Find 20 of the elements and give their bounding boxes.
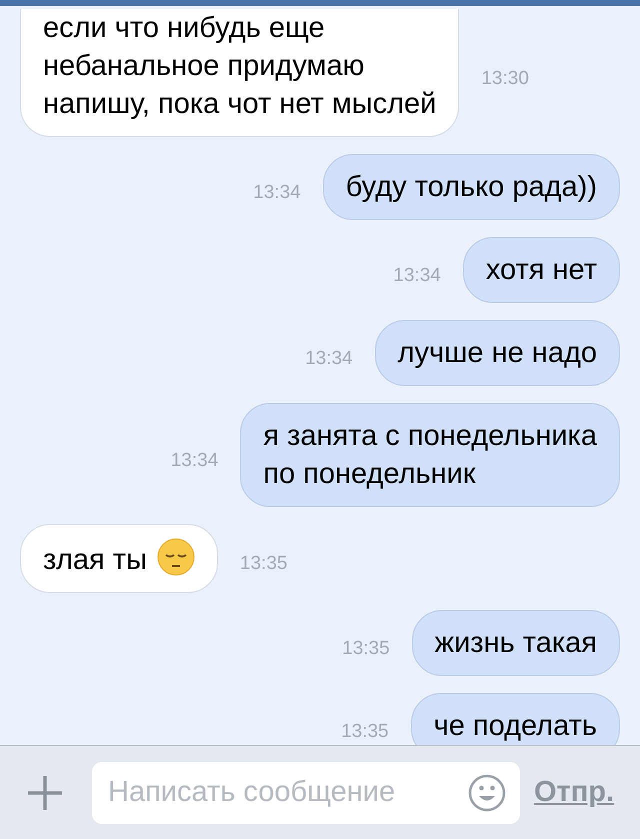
message-time: 13:35 [341, 720, 389, 744]
message-time: 13:30 [481, 66, 529, 91]
message-time: 13:35 [342, 636, 390, 661]
message-time: 13:34 [170, 448, 218, 473]
message-text: жизнь такая [434, 627, 597, 659]
message-field[interactable]: Написать сообщение [92, 762, 520, 824]
message-time: 13:34 [393, 264, 441, 288]
smiley-icon[interactable] [468, 774, 506, 812]
message-text: я занята с понедельника по понедельник [263, 420, 597, 490]
message-time: 13:35 [240, 552, 288, 576]
send-link[interactable]: Отпр. [534, 770, 614, 814]
message-text: злая ты [43, 544, 147, 576]
message-text: хотя нет [486, 254, 597, 286]
message-text: лучше не надо [398, 337, 597, 369]
message-text: че поделать [434, 710, 597, 742]
message-text: если что нибудь еще небанальное придумаю напишу, пока чот нет мыслей [43, 12, 436, 120]
message-time: 13:34 [253, 180, 301, 205]
message-time: 13:34 [305, 346, 353, 371]
add-icon[interactable] [26, 774, 64, 812]
message-text: буду только рада)) [346, 171, 597, 203]
